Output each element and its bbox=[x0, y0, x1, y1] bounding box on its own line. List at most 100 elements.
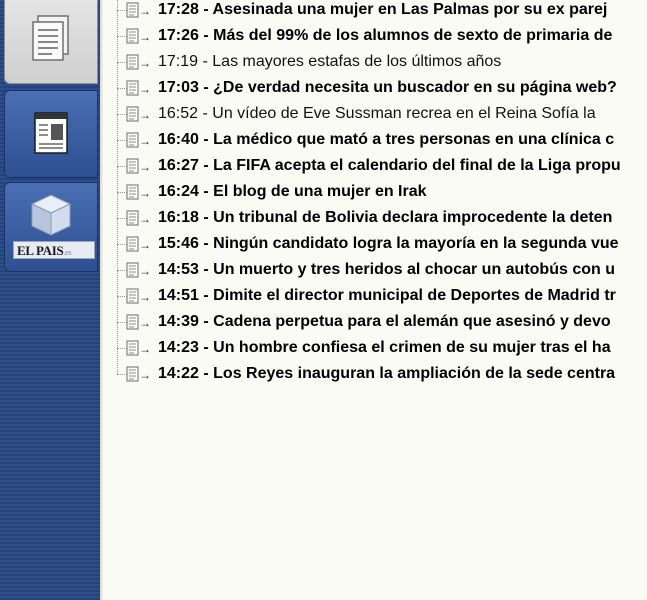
news-headline[interactable]: 17:28 - Asesinada una mujer en Las Palma… bbox=[158, 0, 607, 20]
news-list: → 17:28 - Asesinada una mujer en Las Palm… bbox=[108, 0, 647, 390]
document-icon bbox=[126, 210, 139, 232]
document-icon bbox=[126, 288, 139, 310]
news-headline[interactable]: 14:22 - Los Reyes inauguran la ampliació… bbox=[158, 364, 615, 384]
brand-name: EL PAIS bbox=[17, 243, 64, 258]
news-item[interactable]: → 16:52 - Un vídeo de Eve Sussman recrea … bbox=[108, 104, 647, 130]
news-headline[interactable]: 14:39 - Cadena perpetua para el alemán q… bbox=[158, 312, 611, 332]
cube-icon bbox=[28, 193, 74, 244]
news-time: 16:27 bbox=[158, 157, 199, 174]
news-item[interactable]: → 17:26 - Más del 99% de los alumnos de s… bbox=[108, 26, 647, 52]
news-time: 14:22 bbox=[158, 365, 199, 382]
news-time: 16:40 bbox=[158, 131, 199, 148]
news-headline[interactable]: 17:19 - Las mayores estafas de los últim… bbox=[158, 52, 501, 72]
elpais-section-button[interactable]: EL PAIS.es bbox=[4, 182, 98, 272]
arrow-icon: → bbox=[139, 4, 151, 18]
news-time: 16:52 bbox=[158, 105, 199, 122]
document-icon bbox=[126, 366, 139, 388]
news-headline[interactable]: 17:26 - Más del 99% de los alumnos de se… bbox=[158, 26, 612, 46]
news-title: Dimite el director municipal de Deportes… bbox=[213, 287, 616, 304]
news-item[interactable]: → 14:22 - Los Reyes inauguran la ampliaci… bbox=[108, 364, 647, 390]
news-title: Un tribunal de Bolivia declara improcede… bbox=[213, 209, 613, 226]
news-item[interactable]: → 17:03 - ¿De verdad necesita un buscador… bbox=[108, 78, 647, 104]
news-tree-panel: → 17:28 - Asesinada una mujer en Las Palm… bbox=[108, 0, 647, 600]
news-headline[interactable]: 16:52 - Un vídeo de Eve Sussman recrea e… bbox=[158, 104, 596, 124]
arrow-icon: → bbox=[139, 342, 151, 356]
news-item[interactable]: → 17:19 - Las mayores estafas de los últi… bbox=[108, 52, 647, 78]
news-title: La médico que mató a tres personas en un… bbox=[213, 131, 615, 148]
news-headline[interactable]: 16:24 - El blog de una mujer en Irak bbox=[158, 182, 427, 202]
news-headline[interactable]: 15:46 - Ningún candidato logra la mayorí… bbox=[158, 234, 619, 254]
news-item[interactable]: → 15:46 - Ningún candidato logra la mayor… bbox=[108, 234, 647, 260]
news-time: 14:51 bbox=[158, 287, 199, 304]
news-title: Asesinada una mujer en Las Palmas por su… bbox=[212, 1, 608, 18]
document-icon bbox=[126, 2, 139, 24]
brand-tld: .es bbox=[63, 248, 72, 257]
news-list-icon bbox=[28, 14, 74, 73]
document-icon bbox=[126, 158, 139, 180]
document-icon bbox=[126, 262, 139, 284]
document-icon bbox=[126, 54, 139, 76]
news-item[interactable]: → 16:24 - El blog de una mujer en Irak bbox=[108, 182, 647, 208]
news-title: La FIFA acepta el calendario del final d… bbox=[213, 157, 621, 174]
news-title: Un vídeo de Eve Sussman recrea en el Rei… bbox=[212, 105, 596, 122]
elpais-logo: EL PAIS.es bbox=[13, 241, 95, 259]
news-time: 14:23 bbox=[158, 339, 199, 356]
arrow-icon: → bbox=[139, 160, 151, 174]
news-time: 17:03 bbox=[158, 79, 199, 96]
news-title: ¿De verdad necesita un buscador en su pá… bbox=[213, 79, 617, 96]
arrow-icon: → bbox=[139, 134, 151, 148]
news-item[interactable]: → 14:39 - Cadena perpetua para el alemán … bbox=[108, 312, 647, 338]
news-item[interactable]: → 16:18 - Un tribunal de Bolivia declara … bbox=[108, 208, 647, 234]
document-icon bbox=[126, 340, 139, 362]
news-item[interactable]: → 14:23 - Un hombre confiesa el crimen de… bbox=[108, 338, 647, 364]
news-item[interactable]: → 16:40 - La médico que mató a tres perso… bbox=[108, 130, 647, 156]
arrow-icon: → bbox=[139, 30, 151, 44]
news-title: Más del 99% de los alumnos de sexto de p… bbox=[213, 27, 613, 44]
document-icon bbox=[126, 236, 139, 258]
news-time: 17:26 bbox=[158, 27, 199, 44]
news-headline[interactable]: 16:40 - La médico que mató a tres person… bbox=[158, 130, 614, 150]
news-time: 16:24 bbox=[158, 183, 199, 200]
news-title: El blog de una mujer en Irak bbox=[213, 183, 427, 200]
sidebar: EL PAIS.es bbox=[0, 0, 100, 600]
news-headline[interactable]: 17:03 - ¿De verdad necesita un buscador … bbox=[158, 78, 617, 98]
news-headline[interactable]: 16:18 - Un tribunal de Bolivia declara i… bbox=[158, 208, 612, 228]
news-item[interactable]: → 14:53 - Un muerto y tres heridos al cho… bbox=[108, 260, 647, 286]
newspaper-icon bbox=[31, 111, 71, 160]
news-headline[interactable]: 16:27 - La FIFA acepta el calendario del… bbox=[158, 156, 621, 176]
news-time: 14:53 bbox=[158, 261, 199, 278]
arrow-icon: → bbox=[139, 82, 151, 96]
arrow-icon: → bbox=[139, 316, 151, 330]
news-time: 15:46 bbox=[158, 235, 199, 252]
arrow-icon: → bbox=[139, 186, 151, 200]
arrow-icon: → bbox=[139, 264, 151, 278]
document-icon bbox=[126, 184, 139, 206]
arrow-icon: → bbox=[139, 238, 151, 252]
news-title: Cadena perpetua para el alemán que asesi… bbox=[213, 313, 611, 330]
arrow-icon: → bbox=[139, 368, 151, 382]
newspaper-section-button[interactable] bbox=[4, 90, 98, 178]
news-title: Un muerto y tres heridos al chocar un au… bbox=[213, 261, 615, 278]
news-headline[interactable]: 14:51 - Dimite el director municipal de … bbox=[158, 286, 616, 306]
document-icon bbox=[126, 106, 139, 128]
news-section-button[interactable] bbox=[4, 0, 98, 84]
news-headline[interactable]: 14:53 - Un muerto y tres heridos al choc… bbox=[158, 260, 615, 280]
news-item[interactable]: → 14:51 - Dimite el director municipal de… bbox=[108, 286, 647, 312]
news-title: Un hombre confiesa el crimen de su mujer… bbox=[213, 339, 611, 356]
panel-divider[interactable] bbox=[100, 0, 103, 600]
news-time: 16:18 bbox=[158, 209, 199, 226]
document-icon bbox=[126, 132, 139, 154]
news-item[interactable]: → 16:27 - La FIFA acepta el calendario de… bbox=[108, 156, 647, 182]
news-time: 14:39 bbox=[158, 313, 199, 330]
news-title: Las mayores estafas de los últimos años bbox=[212, 53, 502, 70]
arrow-icon: → bbox=[139, 56, 151, 70]
document-icon bbox=[126, 314, 139, 336]
news-title: Ningún candidato logra la mayoría en la … bbox=[213, 235, 619, 252]
news-item[interactable]: → 17:28 - Asesinada una mujer en Las Palm… bbox=[108, 0, 647, 26]
news-time: 17:19 bbox=[158, 53, 199, 70]
arrow-icon: → bbox=[139, 108, 151, 122]
news-time: 17:28 bbox=[158, 1, 199, 18]
document-icon bbox=[126, 80, 139, 102]
news-title: Los Reyes inauguran la ampliación de la … bbox=[213, 365, 616, 382]
news-headline[interactable]: 14:23 - Un hombre confiesa el crimen de … bbox=[158, 338, 611, 358]
